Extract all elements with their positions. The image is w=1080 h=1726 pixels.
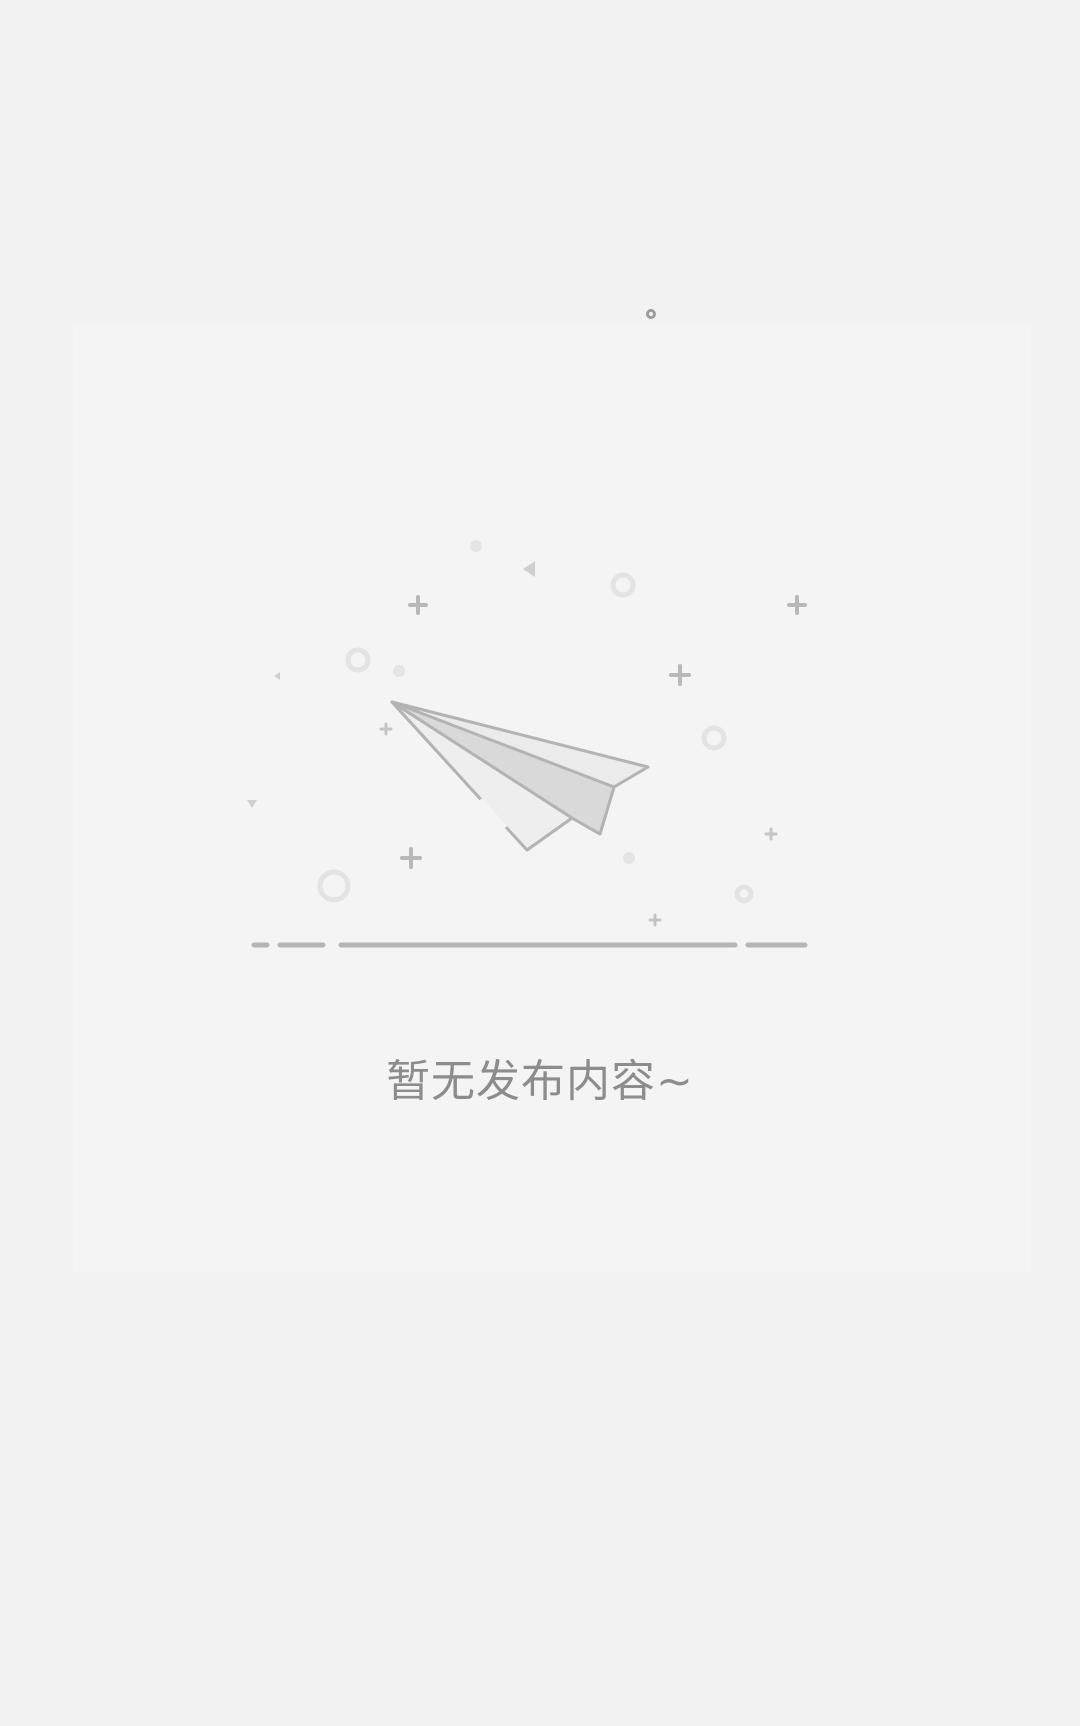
paper-plane-illustration — [247, 540, 808, 948]
empty-message: 暂无发布内容~ — [386, 1056, 694, 1107]
empty-screen: 暂无发布内容~ — [0, 0, 1080, 1726]
paper-plane-icon — [390, 700, 650, 852]
